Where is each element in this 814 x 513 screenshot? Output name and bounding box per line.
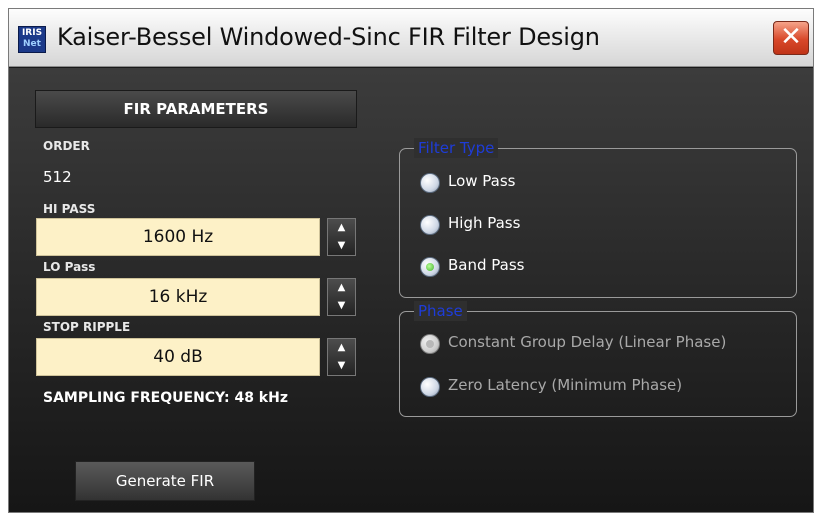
window-title: Kaiser-Bessel Windowed-Sinc FIR Filter D… bbox=[57, 23, 600, 51]
radio-selected-icon bbox=[420, 334, 440, 354]
arrow-up-icon: ▲ bbox=[337, 342, 346, 353]
radio-selected-icon bbox=[420, 257, 440, 277]
stop-ripple-decrement-button[interactable]: ▼ bbox=[328, 357, 355, 375]
filter-type-group: Filter Type Low Pass High Pass Band Pass bbox=[399, 138, 797, 298]
stop-ripple-input[interactable]: 40 dB bbox=[36, 338, 320, 376]
phase-legend: Phase bbox=[414, 301, 467, 321]
radio-minimum-phase-label: Zero Latency (Minimum Phase) bbox=[448, 376, 683, 394]
app-logo-bottom-text: Net bbox=[23, 39, 41, 49]
dialog-window: IRIS Net Kaiser-Bessel Windowed-Sinc FIR… bbox=[8, 8, 814, 513]
stop-ripple-stepper: ▲ ▼ bbox=[327, 338, 356, 376]
phase-group: Phase Constant Group Delay (Linear Phase… bbox=[399, 301, 797, 417]
fir-parameters-header: FIR PARAMETERS bbox=[35, 90, 357, 128]
close-icon: ✕ bbox=[780, 22, 802, 52]
radio-high-pass-label: High Pass bbox=[448, 214, 521, 232]
order-label: ORDER bbox=[43, 139, 90, 153]
hipass-increment-button[interactable]: ▲ bbox=[328, 219, 355, 237]
radio-band-pass-label: Band Pass bbox=[448, 256, 525, 274]
app-logo-top-text: IRIS bbox=[21, 28, 43, 38]
radio-button-icon bbox=[420, 377, 440, 397]
stop-ripple-increment-button[interactable]: ▲ bbox=[328, 339, 355, 357]
lopass-stepper: ▲ ▼ bbox=[327, 278, 356, 316]
filter-type-legend: Filter Type bbox=[414, 138, 499, 158]
sampling-frequency-text: SAMPLING FREQUENCY: 48 kHz bbox=[43, 390, 288, 406]
arrow-down-icon: ▼ bbox=[337, 240, 346, 251]
radio-button-icon bbox=[420, 215, 440, 235]
hipass-stepper: ▲ ▼ bbox=[327, 218, 356, 256]
hipass-decrement-button[interactable]: ▼ bbox=[328, 237, 355, 255]
radio-low-pass-label: Low Pass bbox=[448, 172, 516, 190]
radio-button-icon bbox=[420, 173, 440, 193]
close-button[interactable]: ✕ bbox=[773, 21, 809, 55]
arrow-down-icon: ▼ bbox=[337, 360, 346, 371]
radio-linear-phase-label: Constant Group Delay (Linear Phase) bbox=[448, 333, 727, 351]
lopass-label: LO Pass bbox=[43, 260, 96, 274]
arrow-up-icon: ▲ bbox=[337, 282, 346, 293]
arrow-up-icon: ▲ bbox=[337, 222, 346, 233]
hipass-input[interactable]: 1600 Hz bbox=[36, 218, 320, 256]
lopass-decrement-button[interactable]: ▼ bbox=[328, 297, 355, 315]
generate-fir-button[interactable]: Generate FIR bbox=[75, 461, 255, 501]
order-value: 512 bbox=[43, 168, 72, 186]
app-logo-icon: IRIS Net bbox=[18, 26, 46, 53]
hipass-label: HI PASS bbox=[43, 202, 96, 216]
stop-ripple-label: STOP RIPPLE bbox=[43, 320, 131, 334]
arrow-down-icon: ▼ bbox=[337, 300, 346, 311]
lopass-increment-button[interactable]: ▲ bbox=[328, 279, 355, 297]
dialog-body: FIR PARAMETERS ORDER 512 HI PASS 1600 Hz… bbox=[9, 68, 813, 512]
lopass-input[interactable]: 16 kHz bbox=[36, 278, 320, 316]
title-bar: IRIS Net Kaiser-Bessel Windowed-Sinc FIR… bbox=[9, 9, 813, 67]
